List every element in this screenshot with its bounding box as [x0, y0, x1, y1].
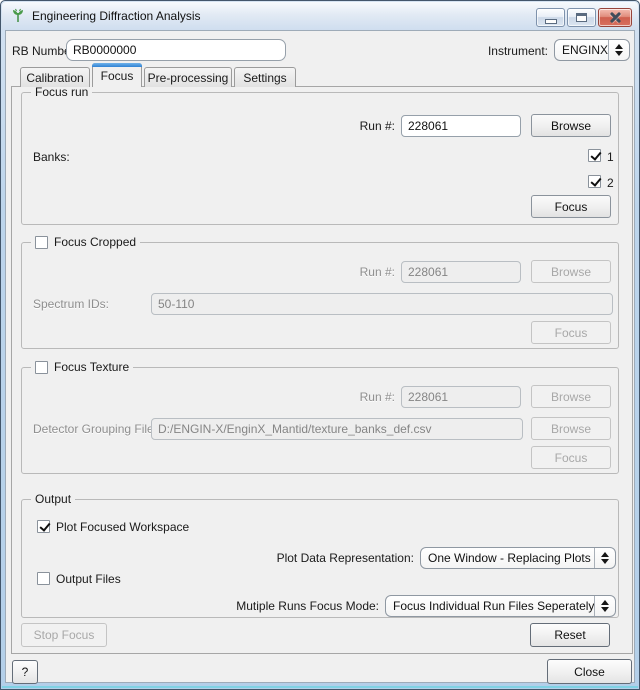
instrument-value: ENGINX — [555, 40, 608, 60]
spectrum-ids-label: Spectrum IDs: — [33, 297, 109, 311]
tab-label: Pre-processing — [148, 71, 229, 85]
minimize-button[interactable] — [536, 8, 565, 27]
focus-texture-button[interactable]: Focus — [531, 446, 611, 469]
group-title-text: Focus Texture — [54, 360, 129, 374]
close-button[interactable]: Close — [547, 659, 632, 684]
plot-data-representation-label: Plot Data Representation: — [162, 551, 414, 565]
frame-bottom-highlight — [2, 686, 638, 688]
group-title-text: Focus run — [35, 85, 88, 99]
focus-run-group: Focus run Run #: Browse Banks: 1 2 Focus — [21, 92, 619, 225]
output-files-label: Output Files — [56, 572, 121, 586]
minimize-icon — [545, 19, 557, 24]
close-window-button[interactable] — [598, 8, 632, 27]
bank-1-checkbox[interactable] — [588, 149, 601, 162]
plot-focused-workspace-label: Plot Focused Workspace — [56, 520, 189, 534]
multiple-runs-focus-mode-select[interactable]: Focus Individual Run Files Seperately — [385, 595, 616, 617]
spinner-arrows-icon — [594, 596, 615, 616]
plot-focused-workspace-checkbox[interactable] — [37, 520, 50, 533]
focus-cropped-group: Focus Cropped Run #: Browse Spectrum IDs… — [21, 242, 619, 349]
focus-cropped-group-title: Focus Cropped — [31, 234, 140, 250]
browse-grouping-file-button[interactable]: Browse — [531, 417, 611, 440]
output-group: Output Plot Focused Workspace Plot Data … — [21, 499, 619, 618]
run-number-input[interactable] — [401, 386, 521, 408]
maximize-icon — [576, 13, 587, 22]
browse-run-button[interactable]: Browse — [531, 114, 611, 137]
run-number-label: Run #: — [322, 119, 395, 133]
tab-label: Calibration — [26, 71, 83, 85]
detector-grouping-file-input[interactable] — [151, 418, 523, 440]
tab-label: Settings — [243, 71, 286, 85]
output-group-title: Output — [31, 491, 75, 507]
tab-pre-processing[interactable]: Pre-processing — [144, 67, 232, 87]
browse-run-button[interactable]: Browse — [531, 260, 611, 283]
focus-cropped-checkbox[interactable] — [35, 236, 48, 249]
plot-data-representation-value: One Window - Replacing Plots — [421, 548, 594, 568]
run-number-input[interactable] — [401, 115, 521, 137]
stop-focus-button[interactable]: Stop Focus — [21, 623, 107, 647]
multiple-runs-focus-mode-value: Focus Individual Run Files Seperately — [386, 596, 594, 616]
tab-calibration[interactable]: Calibration — [20, 67, 90, 87]
window-title: Engineering Diffraction Analysis — [32, 9, 201, 23]
focus-texture-group-title: Focus Texture — [31, 359, 133, 375]
bank-2-label: 2 — [607, 176, 614, 190]
spectrum-ids-input[interactable] — [151, 293, 613, 315]
multiple-runs-focus-mode-label: Mutiple Runs Focus Mode: — [127, 599, 379, 613]
plot-data-representation-select[interactable]: One Window - Replacing Plots — [420, 547, 616, 569]
instrument-label: Instrument: — [488, 44, 548, 58]
focus-cropped-button[interactable]: Focus — [531, 321, 611, 344]
focus-texture-group: Focus Texture Run #: Browse Detector Gro… — [21, 367, 619, 474]
mantid-app-icon — [10, 8, 26, 24]
maximize-button[interactable] — [567, 8, 596, 27]
reset-button[interactable]: Reset — [530, 623, 610, 647]
run-number-label: Run #: — [322, 390, 395, 404]
tab-label: Focus — [101, 69, 134, 83]
rb-number-input[interactable] — [66, 39, 286, 61]
spinner-arrows-icon — [594, 548, 615, 568]
browse-run-button[interactable]: Browse — [531, 385, 611, 408]
instrument-select[interactable]: ENGINX — [554, 39, 630, 61]
focus-run-button[interactable]: Focus — [531, 195, 611, 218]
output-files-checkbox[interactable] — [37, 572, 50, 585]
close-icon — [609, 11, 622, 24]
spinner-arrows-icon — [608, 40, 629, 60]
tab-settings[interactable]: Settings — [234, 67, 296, 87]
help-button[interactable]: ? — [12, 660, 38, 684]
bank-2-checkbox[interactable] — [588, 175, 601, 188]
tab-focus[interactable]: Focus — [92, 63, 142, 87]
group-title-text: Output — [35, 492, 71, 506]
dialog-client-area: RB Number: Instrument: ENGINX Calibratio… — [5, 30, 635, 683]
group-title-text: Focus Cropped — [54, 235, 136, 249]
dialog-window: Engineering Diffraction Analysis RB Numb… — [0, 0, 640, 690]
focus-texture-checkbox[interactable] — [35, 361, 48, 374]
detector-grouping-file-label: Detector Grouping File: — [33, 422, 157, 436]
bank-1-label: 1 — [607, 150, 614, 164]
run-number-label: Run #: — [322, 265, 395, 279]
run-number-input[interactable] — [401, 261, 521, 283]
banks-label: Banks: — [33, 150, 70, 164]
